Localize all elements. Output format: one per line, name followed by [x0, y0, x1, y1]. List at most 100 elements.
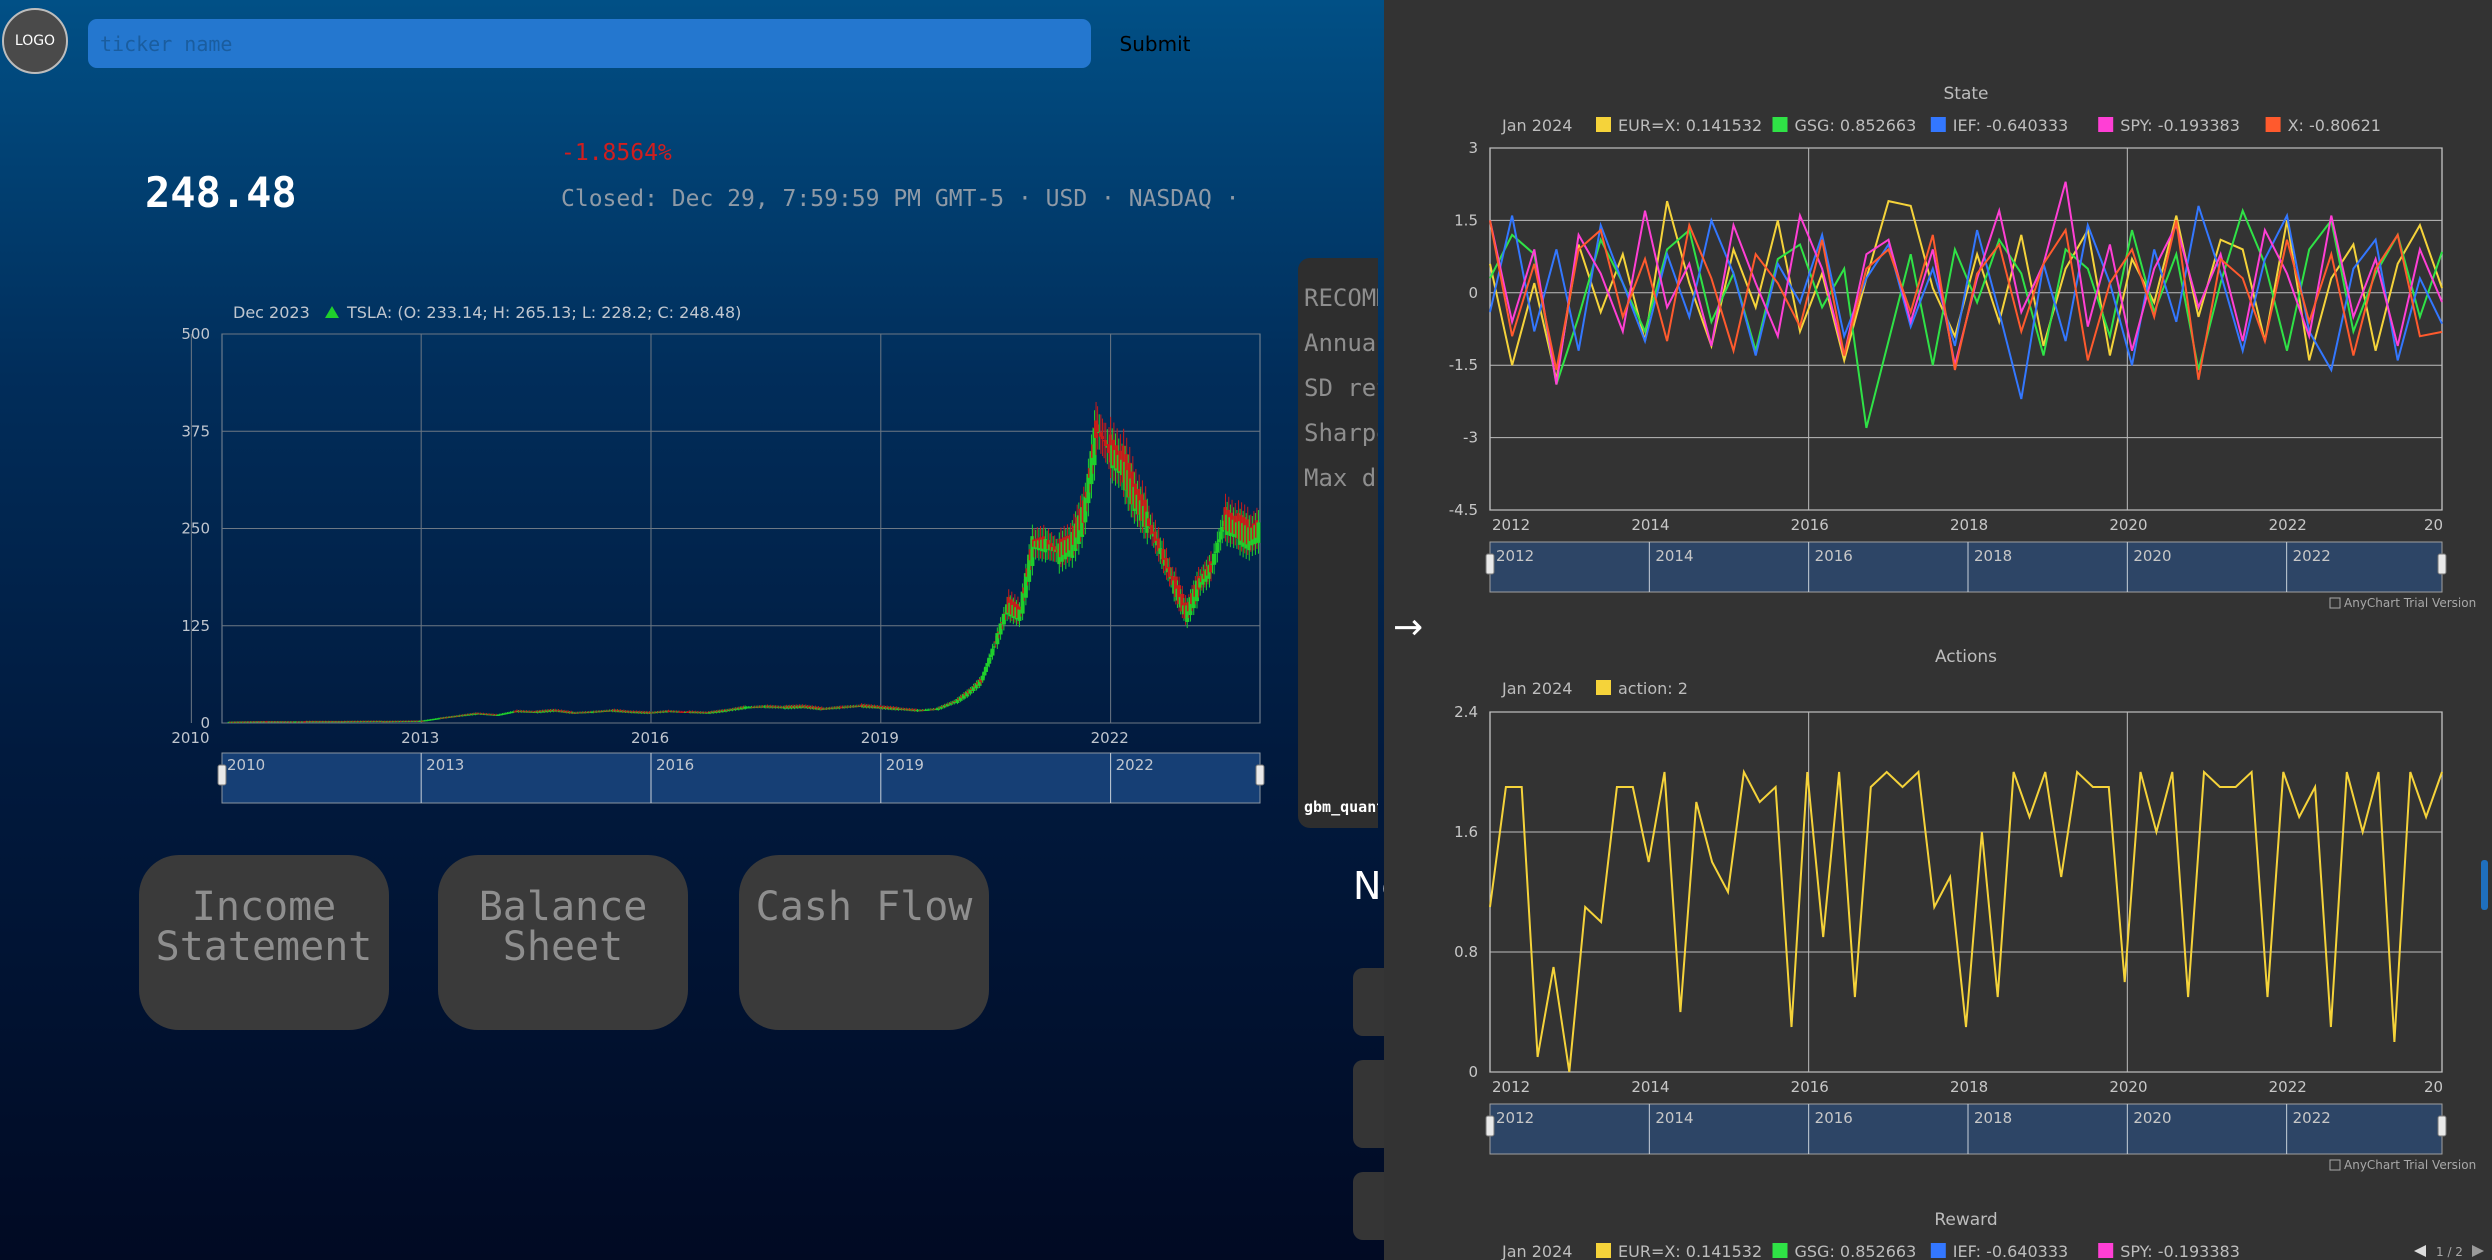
legend-entry: SPY: -0.193383: [2120, 116, 2240, 135]
x-tick-label: 2016: [1791, 1078, 1829, 1096]
x-tick-label: 2020: [2109, 1078, 2147, 1096]
state-line-chart[interactable]: State Jan 2024 EUR=X: 0.141532 GSG: 0.85266…: [1384, 0, 2492, 620]
y-tick-label: 0.8: [1454, 943, 1478, 961]
y-tick-label: 2.4: [1454, 703, 1478, 721]
scroller-tick-label: 2020: [2133, 1109, 2171, 1127]
scroller-handle[interactable]: [217, 764, 227, 786]
rl-charts-panel[interactable]: State Jan 2024 EUR=X: 0.141532 GSG: 0.85266…: [1384, 0, 2492, 1260]
income-statement-button[interactable]: Income Statement: [139, 855, 389, 1030]
anychart-logo-icon: [2329, 1159, 2341, 1171]
reco-sharpe: Sharpe: [1304, 419, 1378, 447]
y-tick-label: 0: [1468, 1063, 1478, 1081]
price-candlestick-chart[interactable]: Dec 2023 TSLA: (O: 233.14; H: 265.13; L:…: [150, 298, 1265, 813]
legend-date: Jan 2024: [1501, 679, 1572, 698]
prev-page-icon[interactable]: [2414, 1245, 2426, 1257]
legend-swatch: [1772, 1243, 1788, 1258]
scroller-tick-label: 2014: [1655, 1109, 1693, 1127]
legend-entry: IEF: -0.640333: [1953, 116, 2068, 135]
y-tick-label: 1.5: [1454, 211, 1478, 229]
current-price: 248.48: [145, 168, 297, 217]
x-tick-label: 2014: [1631, 1078, 1669, 1096]
reco-max-drawdown: Max dr: [1304, 464, 1378, 492]
chart-tooltip-date: Dec 2023: [233, 303, 310, 322]
scroller-tick-label: 2022: [2293, 1109, 2331, 1127]
cash-flow-button[interactable]: Cash Flow: [739, 855, 989, 1030]
x-tick-label: 2019: [861, 729, 899, 747]
trial-credit: AnyChart Trial Version: [2344, 1158, 2476, 1172]
reco-title: RECOMM: [1304, 284, 1378, 312]
legend-entry: SPY: -0.193383: [2120, 1242, 2240, 1260]
reco-sd-return: SD ret: [1304, 374, 1378, 402]
x-tick-label: 2022: [2269, 1078, 2307, 1096]
chart-title: State: [1944, 84, 1989, 104]
x-tick-label: 2022: [2269, 516, 2307, 534]
legend-swatch: [1596, 1243, 1611, 1258]
legend-entry: action: 2: [1618, 679, 1688, 698]
chart-title: Reward: [1934, 1210, 1997, 1230]
series-line: [1489, 768, 2443, 1073]
scroller-tick-label: 2022: [2293, 547, 2331, 565]
legend-date: Jan 2024: [1501, 1242, 1572, 1260]
y-tick-label: 0: [1468, 284, 1478, 302]
scroller-handle[interactable]: [1485, 1115, 1495, 1137]
scroller-tick-label: 2022: [1116, 756, 1154, 774]
legend-date: Jan 2024: [1501, 116, 1572, 135]
scroller-tick-label: 2016: [1815, 547, 1853, 565]
x-tick-label: 2012: [1492, 1078, 1530, 1096]
legend-pager: 1 / 2: [2436, 1245, 2463, 1259]
balance-sheet-button[interactable]: Balance Sheet: [438, 855, 688, 1030]
scroller-tick-label: 2018: [1974, 1109, 2012, 1127]
plot-frame: [1489, 147, 2443, 511]
y-tick-label: -1.5: [1449, 356, 1478, 374]
actions-line-chart[interactable]: Actions Jan 2024 action: 2 2.4 1.6 0.8 0 2012 20…: [1384, 620, 2492, 1180]
ticker-search-input[interactable]: [88, 19, 1091, 68]
up-triangle-icon: [325, 306, 339, 318]
y-tick-label: -3: [1463, 429, 1478, 447]
legend-entry: X: -0.80621: [2288, 116, 2381, 135]
y-tick-label: 1.6: [1454, 823, 1478, 841]
scroller-tick-label: 2016: [656, 756, 694, 774]
logo[interactable]: LOGO: [2, 8, 68, 74]
collapse-arrow-icon[interactable]: →: [1393, 607, 1423, 648]
legend-swatch: [1930, 117, 1946, 132]
scroller-tick-label: 2019: [886, 756, 924, 774]
x-tick-label: 2022: [1091, 729, 1129, 747]
legend-entry: GSG: 0.852663: [1795, 1242, 1917, 1260]
recommendation-card: RECOMM Annual SD ret Sharpe Max dr gbm_q…: [1298, 258, 1378, 828]
scroller-handle[interactable]: [2437, 553, 2447, 575]
scroller-handle[interactable]: [1485, 553, 1495, 575]
legend-entry: GSG: 0.852663: [1795, 116, 1917, 135]
logo-text: LOGO: [14, 33, 56, 49]
legend-swatch: [1930, 1243, 1946, 1258]
x-tick-label: 2020: [2109, 516, 2147, 534]
chart-tooltip-ohlc: TSLA: (O: 233.14; H: 265.13; L: 228.2; C…: [346, 303, 741, 322]
x-tick-label: 2014: [1631, 516, 1669, 534]
scroller-handle[interactable]: [1255, 764, 1265, 786]
x-tick-label: 2018: [1950, 1078, 1988, 1096]
scroller-track: [221, 752, 1261, 804]
range-scroller[interactable]: 2010 2013 2016 2019 2022: [217, 752, 1265, 804]
scroller-tick-label: 2013: [426, 756, 464, 774]
scroller-tick-label: 2020: [2133, 547, 2171, 565]
reward-line-chart[interactable]: Reward Jan 2024 EUR=X: 0.141532 GSG: 0.8526…: [1384, 1180, 2492, 1260]
x-tick-label: 2012: [1492, 516, 1530, 534]
scroller-tick-label: 2018: [1974, 547, 2012, 565]
reco-annual: Annual: [1304, 329, 1378, 357]
y-tick-label: 3: [1468, 139, 1478, 157]
scroller-handle[interactable]: [2437, 1115, 2447, 1137]
y-tick-label: 375: [181, 422, 210, 440]
panel-scrollbar[interactable]: [2481, 860, 2488, 910]
x-tick-label: 2018: [1950, 516, 1988, 534]
x-tick-label: 2016: [1791, 516, 1829, 534]
y-tick-label: -4.5: [1449, 501, 1478, 519]
x-tick-label: 2016: [631, 729, 669, 747]
chart-title: Actions: [1935, 647, 1997, 667]
y-tick-label: 250: [181, 520, 210, 538]
legend-swatch: [2098, 1243, 2114, 1258]
submit-button[interactable]: Submit: [1100, 26, 1210, 62]
scroller-tick-label: 2012: [1496, 547, 1534, 565]
next-page-icon[interactable]: [2472, 1245, 2484, 1257]
y-tick-label: 500: [181, 325, 210, 343]
scroller-tick-label: 2012: [1496, 1109, 1534, 1127]
legend-swatch: [2098, 117, 2114, 132]
